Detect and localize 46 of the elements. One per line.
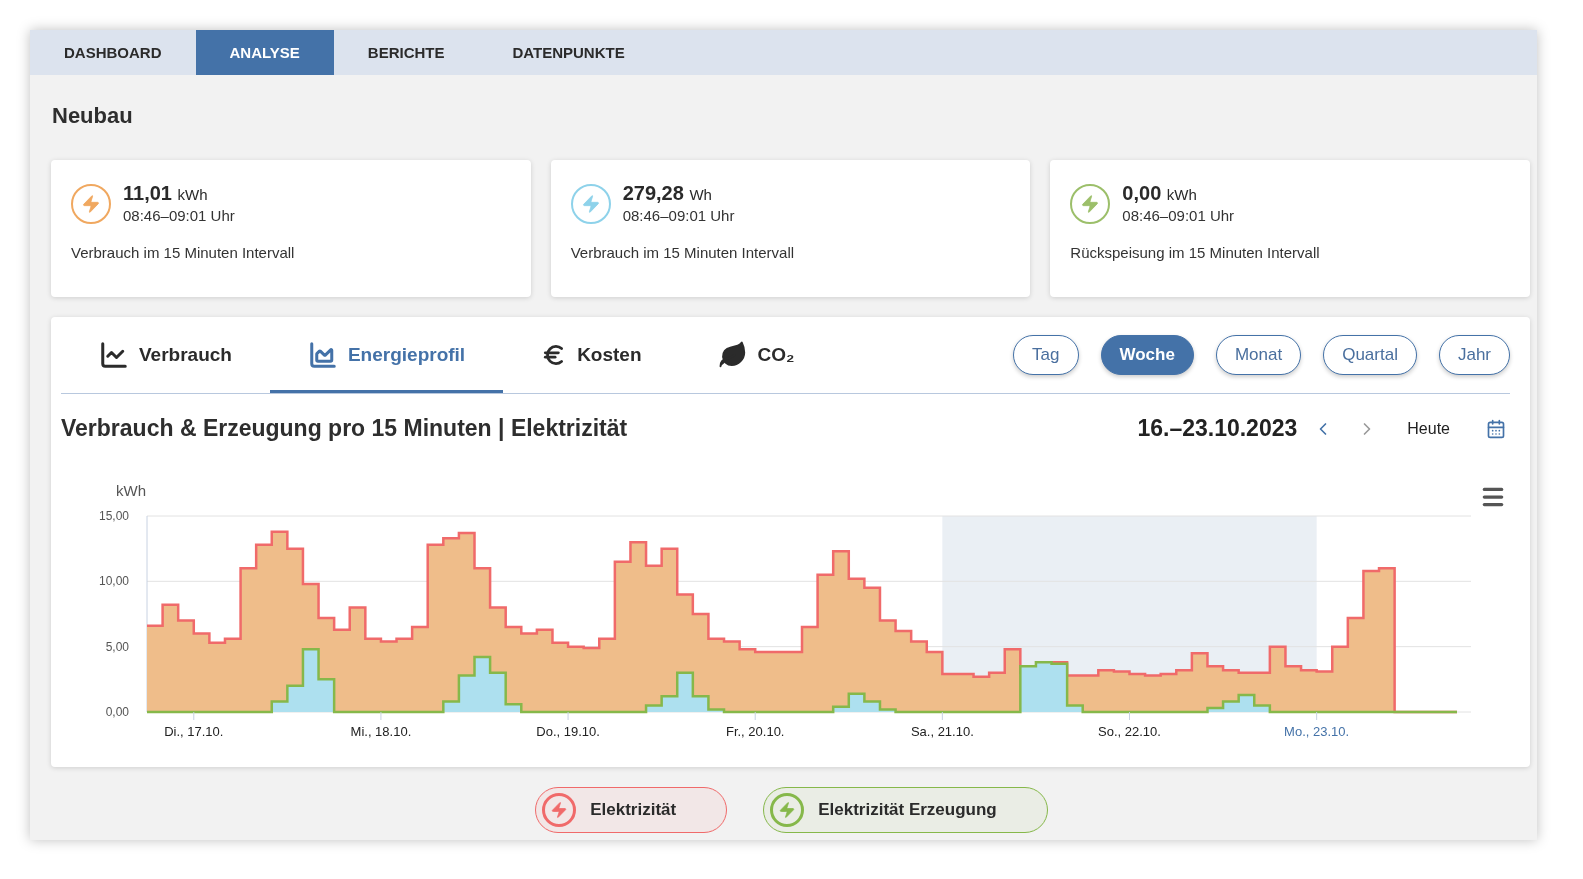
period-button[interactable]: Jahr	[1438, 335, 1510, 375]
stat-description: Verbrauch im 15 Minuten Intervall	[71, 244, 296, 261]
line-chart-icon	[99, 340, 129, 370]
nav-tab[interactable]: ANALYSE	[195, 30, 334, 75]
calendar-icon[interactable]	[1486, 418, 1506, 439]
view-tab[interactable]: Energieprofil	[269, 317, 504, 393]
stat-description: Verbrauch im 15 Minuten Intervall	[570, 244, 796, 261]
y-axis-unit: kWh	[116, 482, 146, 499]
lightning-icon	[542, 793, 577, 827]
view-tab[interactable]: Verbrauch	[61, 317, 270, 393]
period-button[interactable]: Monat	[1215, 335, 1302, 375]
y-tick-label: 5,00	[105, 639, 129, 654]
stat-description: Rückspeisung im 15 Minuten Intervall	[1070, 244, 1321, 261]
area-chart-icon	[307, 340, 338, 370]
view-tab[interactable]: CO₂	[679, 317, 833, 393]
chart-title: Verbrauch & Erzeugung pro 15 Minuten | Elektrizität	[61, 415, 628, 442]
x-tick-label: Di., 17.10.	[164, 724, 224, 739]
y-tick-label: 10,00	[98, 574, 129, 589]
date-range: 16.–23.10.2023	[1137, 415, 1298, 442]
today-button[interactable]: Heute	[1407, 419, 1450, 438]
x-tick-label: Sa., 21.10.	[910, 724, 974, 739]
period-button[interactable]: Woche	[1100, 335, 1194, 375]
period-button[interactable]: Quartal	[1323, 335, 1417, 375]
nav-tab[interactable]: BERICHTE	[333, 30, 479, 75]
view-tab[interactable]: Kosten	[503, 317, 680, 393]
x-tick-label: Fr., 20.10.	[725, 724, 785, 739]
x-tick-label: So., 22.10.	[1098, 724, 1161, 739]
x-tick-label: Do., 19.10.	[536, 724, 600, 739]
y-tick-label: 15,00	[98, 509, 129, 523]
lightning-icon	[770, 793, 805, 827]
nav-tab[interactable]: DATENPUNKTE	[478, 30, 659, 75]
stat-value: 279,28 Wh	[622, 182, 713, 206]
stat-value: 11,01 kWh	[123, 182, 209, 206]
y-tick-label: 0,00	[105, 705, 129, 719]
stat-time: 08:46–09:01 Uhr	[622, 207, 735, 224]
x-tick-label: Mi., 18.10.	[350, 724, 412, 739]
stat-time: 08:46–09:01 Uhr	[123, 207, 235, 224]
legend-item[interactable]: Elektrizität Erzeugung	[763, 787, 1048, 833]
leaf-icon	[717, 340, 748, 370]
period-button[interactable]: Tag	[1013, 335, 1079, 375]
stat-time: 08:46–09:01 Uhr	[1122, 207, 1235, 224]
stat-value: 0,00 kWh	[1122, 182, 1198, 206]
legend-item[interactable]: Elektrizität	[535, 787, 728, 833]
page-title: Neubau	[52, 103, 134, 129]
x-tick-label: Mo., 23.10.	[1284, 724, 1350, 739]
nav-tab[interactable]: DASHBOARD	[30, 30, 196, 75]
